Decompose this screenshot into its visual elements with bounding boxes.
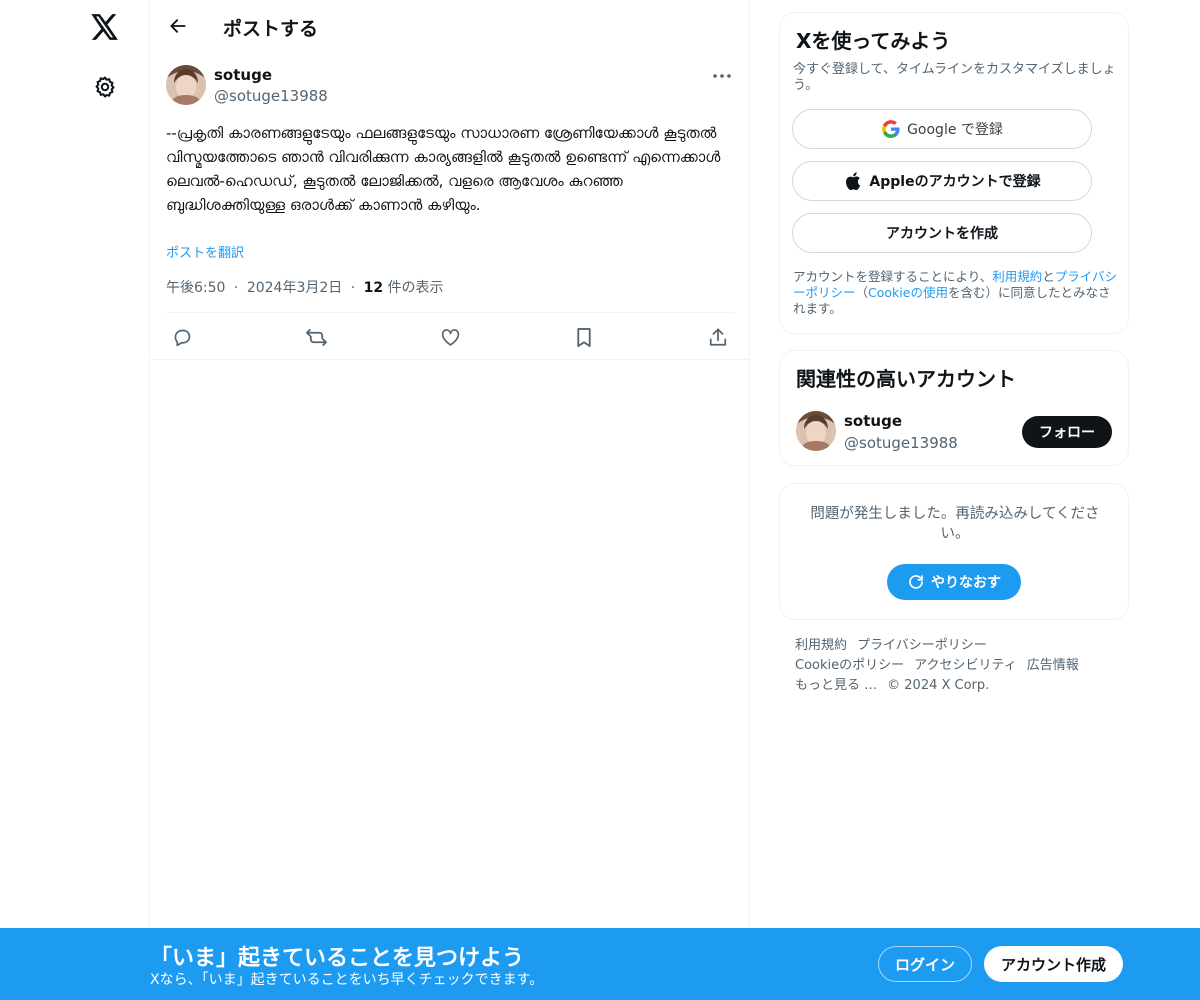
terms-text-part: アカウントを登録することにより、 — [793, 269, 993, 284]
main-header: ポストする — [150, 0, 749, 53]
separator: · — [233, 280, 239, 296]
divider — [150, 359, 749, 360]
author-name[interactable]: sotuge — [214, 66, 272, 84]
reply-icon[interactable] — [170, 325, 194, 349]
avatar[interactable] — [796, 411, 836, 451]
repost-icon[interactable] — [304, 325, 328, 349]
post-text: --പ്രകൃതി കാരണങ്ങളുടേയും ഫലങ്ങളുടേയും സാ… — [166, 124, 721, 214]
footer-link-cookie[interactable]: Cookieのポリシー — [795, 658, 904, 673]
banner-subtitle: Xなら、「いま」起きていることをいち早くチェックできます。 — [150, 972, 544, 988]
related-name[interactable]: sotuge — [844, 412, 902, 430]
views-label: 件の表示 — [387, 280, 444, 296]
footer-link-ads[interactable]: 広告情報 — [1027, 658, 1079, 673]
back-arrow-icon[interactable] — [164, 12, 192, 40]
avatar[interactable] — [166, 65, 206, 105]
post-time[interactable]: 午後6:50 — [166, 280, 225, 296]
main-column: ポストする sotuge @sotuge13988 --പ്രകൃതി കാരണ… — [149, 0, 750, 1000]
follow-button[interactable]: フォロー — [1022, 416, 1112, 448]
error-message: 問題が発生しました。再読み込みしてください。 — [810, 506, 1100, 542]
related-accounts-card: 関連性の高いアカウント sotuge @sotuge13988 フォロー — [779, 350, 1129, 466]
translate-link[interactable]: ポストを翻訳 — [166, 242, 244, 261]
terms-text: アカウントを登録することにより、利用規約とプライバシーポリシー（Cookieの使… — [793, 269, 1118, 317]
bottom-signup-banner: 「いま」起きていることを見つけよう Xなら、「いま」起きていることをいち早くチェ… — [0, 928, 1200, 1000]
related-title: 関連性の高いアカウント — [796, 367, 1016, 391]
more-icon[interactable] — [708, 64, 736, 88]
footer-link-terms[interactable]: 利用規約 — [795, 638, 847, 653]
google-icon — [881, 119, 901, 139]
google-signup-label: Google で登録 — [907, 122, 1003, 138]
refresh-icon — [907, 573, 925, 591]
share-icon[interactable] — [706, 325, 730, 349]
signup-description: 今すぐ登録して、タイムラインをカスタマイズしましょう。 — [793, 62, 1116, 93]
footer-link-accessibility[interactable]: アクセシビリティ — [914, 658, 1017, 673]
related-handle[interactable]: @sotuge13988 — [844, 434, 958, 452]
post-date[interactable]: 2024年3月2日 — [247, 280, 342, 296]
create-account-label: アカウントを作成 — [886, 226, 998, 242]
footer-link-more[interactable]: もっと見る … — [795, 678, 877, 693]
signup-card: Xを使ってみよう 今すぐ登録して、タイムラインをカスタマイズしましょう。 Goo… — [779, 12, 1129, 334]
terms-text-part: と — [1042, 269, 1055, 284]
post-meta: 午後6:50 · 2024年3月2日 · 12 件の表示 — [166, 277, 444, 297]
apple-icon — [843, 171, 863, 191]
separator: · — [350, 280, 356, 296]
google-signup-button[interactable]: Google で登録 — [792, 109, 1092, 149]
terms-text-part: （ — [855, 285, 869, 300]
footer-link-privacy[interactable]: プライバシーポリシー — [857, 638, 987, 653]
gear-icon[interactable] — [91, 73, 119, 101]
cookie-link[interactable]: Cookieの使用 — [868, 285, 948, 300]
retry-button[interactable]: やりなおす — [887, 564, 1021, 600]
bookmark-icon[interactable] — [572, 325, 596, 349]
post-author: sotuge @sotuge13988 — [166, 64, 736, 108]
create-account-button[interactable]: アカウントを作成 — [792, 213, 1092, 253]
apple-signup-button[interactable]: Appleのアカウントで登録 — [792, 161, 1092, 201]
error-card: 問題が発生しました。再読み込みしてください。 やりなおす — [779, 483, 1129, 620]
retry-label: やりなおす — [931, 575, 1001, 591]
author-handle[interactable]: @sotuge13988 — [214, 87, 328, 105]
copyright: © 2024 X Corp. — [887, 678, 990, 693]
signup-button[interactable]: アカウント作成 — [984, 946, 1123, 982]
login-button[interactable]: ログイン — [878, 946, 972, 982]
terms-link[interactable]: 利用規約 — [992, 269, 1042, 284]
banner-title: 「いま」起きていることを見つけよう — [150, 946, 525, 971]
left-rail — [0, 0, 150, 1000]
like-icon[interactable] — [438, 325, 462, 349]
post-actions — [166, 312, 734, 360]
views-count: 12 — [363, 280, 384, 296]
footer-links: 利用規約 プライバシーポリシー Cookieのポリシー アクセシビリティ 広告情報 も… — [795, 636, 1125, 696]
signup-title: Xを使ってみよう — [796, 29, 951, 53]
page-title: ポストする — [223, 18, 319, 40]
x-logo-icon[interactable] — [88, 10, 122, 44]
apple-signup-label: Appleのアカウントで登録 — [869, 174, 1041, 190]
